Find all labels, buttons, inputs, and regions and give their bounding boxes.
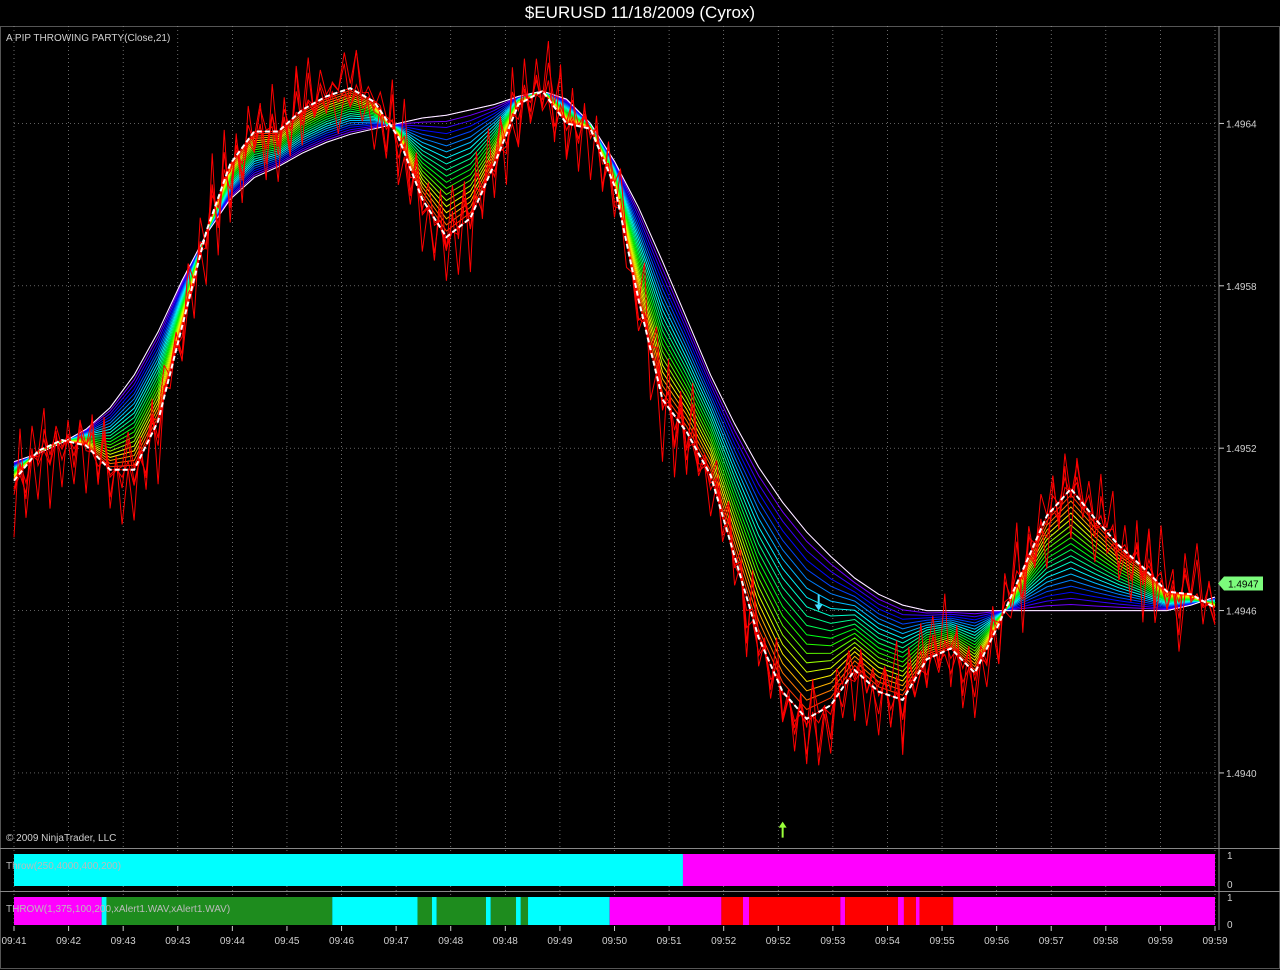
indicator-label: A PIP THROWING PARTY(Close,21) bbox=[6, 33, 171, 44]
price-line bbox=[13, 40, 1216, 766]
time-tick-label: 09:56 bbox=[984, 936, 1009, 947]
time-tick-label: 09:41 bbox=[1, 936, 26, 947]
throw2-segment-green bbox=[417, 897, 432, 925]
price-tick-label: 1.4940 bbox=[1226, 769, 1257, 780]
throw2-segment-magenta bbox=[840, 897, 846, 925]
throw2-segment-cyan bbox=[332, 897, 418, 925]
down-arrow-icon bbox=[814, 594, 823, 611]
throw1-tick-1: 1 bbox=[1227, 851, 1233, 862]
throw2-segment-cyan bbox=[431, 897, 437, 925]
time-tick-label: 09:52 bbox=[766, 936, 791, 947]
time-tick-label: 09:50 bbox=[602, 936, 627, 947]
copyright-label: © 2009 NinjaTrader, LLC bbox=[6, 833, 117, 844]
throw2-segment-red bbox=[845, 897, 898, 925]
throw2-segment-red bbox=[721, 897, 744, 925]
throw2-segment-magenta bbox=[743, 897, 750, 925]
price-tick-label: 1.4946 bbox=[1226, 607, 1257, 618]
time-tick-label: 09:52 bbox=[711, 936, 736, 947]
throw1-segment-magenta bbox=[682, 854, 1215, 886]
throw2-segment-green bbox=[520, 897, 529, 925]
time-tick-label: 09:59 bbox=[1202, 936, 1227, 947]
time-tick-label: 09:43 bbox=[165, 936, 190, 947]
time-tick-label: 09:44 bbox=[220, 936, 245, 947]
throw2-segment-magenta bbox=[953, 897, 1215, 925]
up-arrow-icon bbox=[778, 821, 787, 838]
time-tick-label: 09:45 bbox=[274, 936, 299, 947]
time-tick-label: 09:54 bbox=[875, 936, 900, 947]
throw2-label: THROW(1,375,100,200,xAlert1.WAV,xAlert1.… bbox=[6, 904, 231, 915]
throw2-segment-green bbox=[436, 897, 486, 925]
throw2-segment-magenta bbox=[609, 897, 722, 925]
time-tick-label: 09:51 bbox=[657, 936, 682, 947]
throw2-tick-1: 1 bbox=[1227, 893, 1233, 904]
price-tick-label: 1.4958 bbox=[1226, 282, 1257, 293]
price-tick-label: 1.4964 bbox=[1226, 119, 1257, 130]
throw2-segment-red bbox=[749, 897, 841, 925]
throw2-segment-cyan bbox=[485, 897, 491, 925]
time-tick-label: 09:42 bbox=[56, 936, 81, 947]
throw1-tick-0: 0 bbox=[1227, 880, 1233, 891]
ribbon-line bbox=[13, 90, 1216, 672]
window-title: $EURUSD 11/18/2009 (Cyrox) bbox=[524, 3, 756, 22]
time-tick-label: 09:59 bbox=[1148, 936, 1173, 947]
time-tick-label: 09:49 bbox=[547, 936, 572, 947]
time-tick-label: 09:48 bbox=[493, 936, 518, 947]
throw2-segment-cyan bbox=[516, 897, 521, 925]
last-price-label: 1.4947 bbox=[1228, 579, 1259, 590]
throw2-segment-magenta bbox=[897, 897, 904, 925]
time-tick-label: 09:57 bbox=[1039, 936, 1064, 947]
throw2-segment-magenta bbox=[915, 897, 920, 925]
time-tick-label: 09:43 bbox=[111, 936, 136, 947]
time-tick-label: 09:47 bbox=[384, 936, 409, 947]
time-tick-label: 09:53 bbox=[820, 936, 845, 947]
throw2-segment-cyan bbox=[528, 897, 610, 925]
chart-canvas: 09:41 09:42 09:43 09:43 09:44 09:45 09:46 09:47… bbox=[0, 26, 1280, 969]
throw1-label: Throw(250,4000,400,200) bbox=[6, 861, 122, 872]
time-tick-label: 09:48 bbox=[438, 936, 463, 947]
throw2-tick-0: 0 bbox=[1227, 920, 1233, 931]
throw2-segment-red bbox=[903, 897, 916, 925]
time-tick-label: 09:58 bbox=[1093, 936, 1118, 947]
throw2-segment-red bbox=[919, 897, 954, 925]
price-tick-label: 1.4952 bbox=[1226, 444, 1257, 455]
time-tick-label: 09:46 bbox=[329, 936, 354, 947]
throw2-segment-green bbox=[490, 897, 517, 925]
time-tick-label: 09:55 bbox=[930, 936, 955, 947]
ribbon-line bbox=[13, 90, 1216, 677]
